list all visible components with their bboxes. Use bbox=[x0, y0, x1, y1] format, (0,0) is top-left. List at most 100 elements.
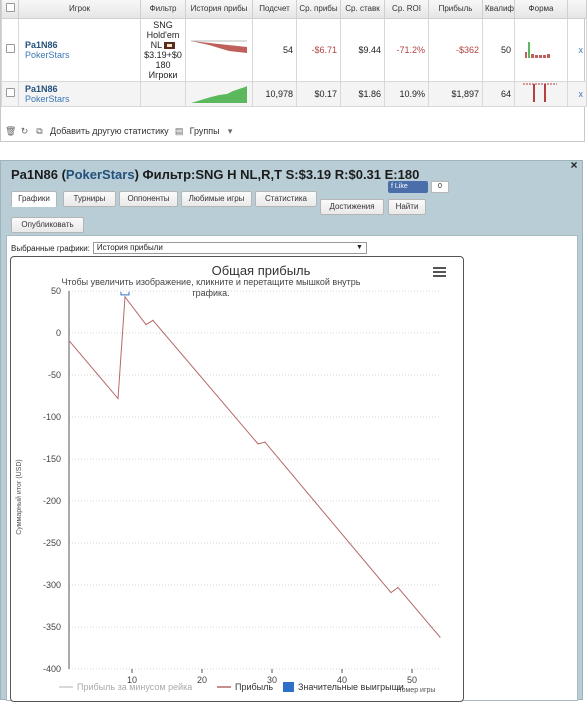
chart-select[interactable]: История прибыли ▼ bbox=[92, 242, 367, 254]
filter-line: SNG bbox=[153, 19, 173, 30]
trash-icon[interactable]: 🗑 bbox=[5, 126, 16, 136]
facebook-like-button[interactable]: f Like bbox=[388, 181, 428, 193]
row-checkbox-cell[interactable] bbox=[1, 80, 19, 107]
tab-tournaments[interactable]: Турниры bbox=[63, 191, 116, 207]
col-header-avg-profit[interactable]: Ср. прибы bbox=[296, 0, 341, 19]
chart-select-value: История прибыли bbox=[96, 243, 163, 252]
title-suffix: ) Фильтр:SNG H NL,R,T S:$3.19 R:$0.31 E:… bbox=[134, 167, 420, 182]
profit-series-line bbox=[68, 295, 441, 638]
stats-toolbar: 🗑 ↻ ⧉ Добавить другую статистику ▤ Групп… bbox=[5, 126, 235, 136]
y-tick-label: -50 bbox=[48, 370, 61, 380]
title-room-link[interactable]: PokerStars bbox=[66, 167, 135, 182]
stats-table: Игрок Фильтр История прибы Подсчет Ср. п… bbox=[1, 0, 587, 107]
filter-line: $3.19+$0 bbox=[144, 49, 182, 60]
dropdown-arrow-icon: ▼ bbox=[355, 244, 363, 251]
legend-item-profit[interactable]: Прибыль bbox=[235, 682, 273, 692]
profit-point bbox=[117, 397, 119, 400]
chart-y-ticks: 500-50-100-150-200-250-300-350-400 bbox=[43, 286, 61, 674]
history-sparkline[interactable] bbox=[189, 39, 249, 61]
player-name-link[interactable]: Pa1N86 bbox=[25, 84, 137, 94]
col-header-count[interactable]: Подсчет bbox=[252, 0, 297, 19]
legend-item-big[interactable]: Значительные выигрыши bbox=[298, 682, 404, 692]
chart-chooser: Выбранные графики: История прибыли ▼ bbox=[11, 242, 367, 254]
history-sparkline[interactable] bbox=[189, 83, 249, 105]
remove-row-link[interactable]: x bbox=[567, 80, 587, 107]
player-name-link[interactable]: Pa1N86 bbox=[25, 40, 137, 50]
tab-achievements[interactable]: Достижения bbox=[320, 199, 384, 215]
refresh-icon[interactable]: ↻ bbox=[20, 126, 29, 136]
profit-chart[interactable]: 50 0 -50 -100 -150 -200 -250 -300 -350 -400 10 20 3… bbox=[10, 256, 464, 702]
profit-point bbox=[397, 586, 399, 589]
col-header-filter[interactable]: Фильтр bbox=[140, 0, 186, 19]
col-header-avg-stake[interactable]: Ср. ставк bbox=[340, 0, 385, 19]
chart-gridlines bbox=[68, 290, 440, 670]
col-header-history[interactable]: История прибы bbox=[185, 0, 253, 19]
y-tick-label: -250 bbox=[43, 538, 61, 548]
close-icon[interactable]: × bbox=[568, 159, 580, 171]
remove-row-link[interactable]: x bbox=[567, 17, 587, 82]
tab-publish[interactable]: Опубликовать bbox=[11, 217, 84, 233]
chooser-label: Выбранные графики: bbox=[11, 243, 90, 253]
tab-statistics[interactable]: Статистика bbox=[255, 191, 317, 207]
legend-item-rake[interactable]: Прибыль за минусом рейка bbox=[77, 682, 192, 692]
groups-menu[interactable]: Группы bbox=[190, 126, 220, 136]
select-all-checkbox[interactable] bbox=[5, 3, 15, 13]
form-bars bbox=[525, 41, 550, 58]
chart-series bbox=[68, 291, 441, 638]
chevron-down-icon[interactable]: ▾ bbox=[226, 126, 235, 136]
tab-favorite-games[interactable]: Любимые игры bbox=[181, 191, 252, 207]
history-sparkline-cell[interactable] bbox=[185, 17, 253, 82]
external-link-icon: ⧉ bbox=[36, 125, 43, 136]
x-tick-label: 50 bbox=[407, 675, 417, 685]
filter-cell bbox=[140, 80, 186, 107]
col-header-qualif[interactable]: Квалиф bbox=[482, 0, 515, 19]
qualif-cell: 50 bbox=[482, 17, 515, 82]
avg-roi-cell: -71.2% bbox=[384, 17, 429, 82]
chart-title: Общая прибыль bbox=[212, 263, 311, 278]
form-bars bbox=[523, 83, 557, 102]
tab-search[interactable]: Найти bbox=[388, 199, 426, 215]
y-tick-label: -100 bbox=[43, 412, 61, 422]
player-room-link[interactable]: PokerStars bbox=[25, 94, 137, 104]
col-header-profit[interactable]: Прибыль bbox=[428, 0, 483, 19]
avg-roi-cell: 10.9% bbox=[384, 80, 429, 107]
player-popup: × Pa1N86 (PokerStars) Фильтр:SNG H NL,R,… bbox=[0, 159, 583, 702]
chart-svg[interactable]: 500-50-100-150-200-250-300-350-400 10 20 3… bbox=[11, 257, 463, 701]
count-cell: 54 bbox=[252, 17, 297, 82]
add-stats-link[interactable]: Добавить другую статистику bbox=[50, 126, 169, 136]
avg-profit-cell: -$6.71 bbox=[296, 17, 341, 82]
player-cell: Pa1N86 PokerStars bbox=[18, 80, 141, 107]
groups-icon: ▤ bbox=[174, 125, 184, 136]
col-header-avg-roi[interactable]: Ср. ROI bbox=[384, 0, 429, 19]
row-checkbox[interactable] bbox=[5, 88, 15, 97]
table-row[interactable]: Pa1N86 PokerStars SNG Hold'em NL $3.19+$… bbox=[1, 17, 587, 82]
legend-swatch-big bbox=[283, 682, 294, 692]
row-checkbox-cell[interactable] bbox=[1, 17, 19, 82]
tab-charts[interactable]: Графики bbox=[11, 191, 57, 207]
like-count: 0 bbox=[431, 181, 449, 193]
y-tick-label: 0 bbox=[56, 328, 61, 338]
title-prefix: Pa1N86 ( bbox=[11, 167, 66, 182]
facebook-like[interactable]: f Like 0 bbox=[388, 181, 449, 193]
flag-icon bbox=[164, 41, 176, 49]
row-checkbox[interactable] bbox=[5, 44, 15, 53]
profit-point bbox=[68, 339, 70, 342]
player-room-link[interactable]: PokerStars bbox=[25, 50, 137, 60]
table-row[interactable]: Pa1N86 PokerStars 10,978 $0.17 $1.86 10.… bbox=[1, 80, 587, 107]
chart-subtitle: Чтобы увеличить изображение, кликните и … bbox=[61, 277, 361, 298]
y-tick-label: -200 bbox=[43, 496, 61, 506]
col-header-player[interactable]: Игрок bbox=[18, 0, 141, 19]
profit-point bbox=[264, 441, 266, 443]
form-cell bbox=[514, 17, 568, 82]
chart-menu-icon[interactable] bbox=[433, 267, 446, 277]
filter-line: 180 bbox=[155, 59, 171, 70]
history-sparkline-cell[interactable] bbox=[185, 80, 253, 107]
tab-opponents[interactable]: Оппоненты bbox=[119, 191, 178, 207]
select-all-header[interactable] bbox=[1, 0, 19, 19]
y-tick-label: -300 bbox=[43, 580, 61, 590]
filter-line: Hold'em bbox=[146, 29, 180, 40]
qualif-cell: 64 bbox=[482, 80, 515, 107]
filter-line: NL bbox=[150, 39, 162, 50]
col-header-form[interactable]: Форма bbox=[514, 0, 568, 19]
form-cell bbox=[514, 80, 568, 107]
